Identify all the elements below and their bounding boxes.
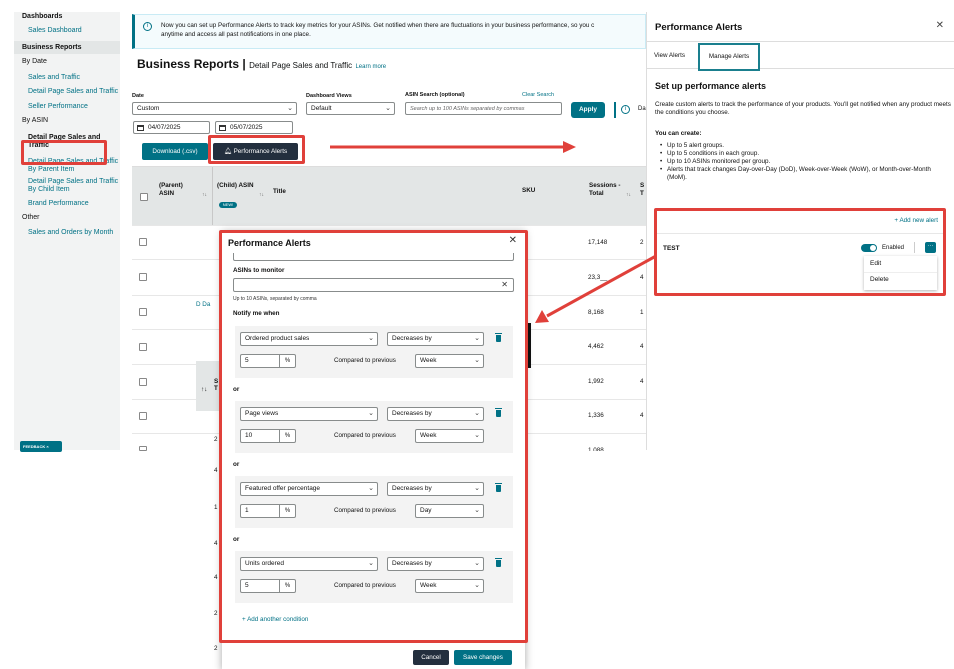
screenshot-root: Dashboards Sales Dashboard Business Repo… [0, 0, 954, 669]
annotation-arrow-line [546, 254, 657, 318]
annotation-arrow-head [535, 310, 549, 323]
annotation-arrows [330, 141, 657, 323]
annotation-arrow-head [563, 141, 576, 153]
